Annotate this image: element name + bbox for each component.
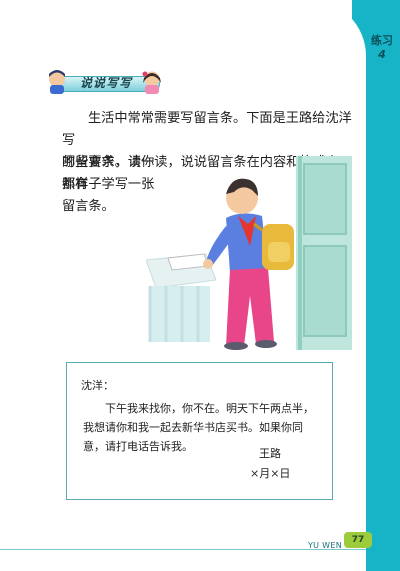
note-signature: 王路 [259,447,281,460]
note-greeting: 沈洋： [81,379,114,392]
message-note: 沈洋： 下午我来找你，你不在。明天下午两点半， 我想请你和我一起去新华书店买书。… [66,362,333,500]
footer-subject: YU WEN [308,541,343,550]
textbook-page: 练习 4 说说写写 生活中常常需要写留言条。下面是王路给沈洋写 的留言条，读一读… [0,0,400,571]
note-body: 下午我来找你，你不在。明天下午两点半， 我想请你和我一起去新华书店买书。如果你同… [83,399,323,456]
note-date: ×月×日 [250,467,291,480]
note-body-line-1: 下午我来找你，你不在。明天下午两点半， [105,402,314,415]
note-body-line-2: 我想请你和我一起去新华书店买书。如果你同 [83,421,303,434]
boy-avatar-icon [49,70,65,94]
page-number: 77 [344,532,372,548]
note-body-line-3: 意，请打电话告诉我。 [83,440,193,453]
section-title: 说说写写 [80,76,133,90]
exercise-number: 4 [378,48,386,61]
exercise-label-text: 练习 [371,34,393,47]
exercise-label: 练习 4 [368,34,396,62]
girl-avatar-icon [142,71,161,94]
section-heading: 说说写写 [44,68,162,94]
boy-writing-illustration [146,156,352,350]
instruction-line-1: 生活中常常需要写留言条。下面是王路给沈洋写 [62,111,352,148]
